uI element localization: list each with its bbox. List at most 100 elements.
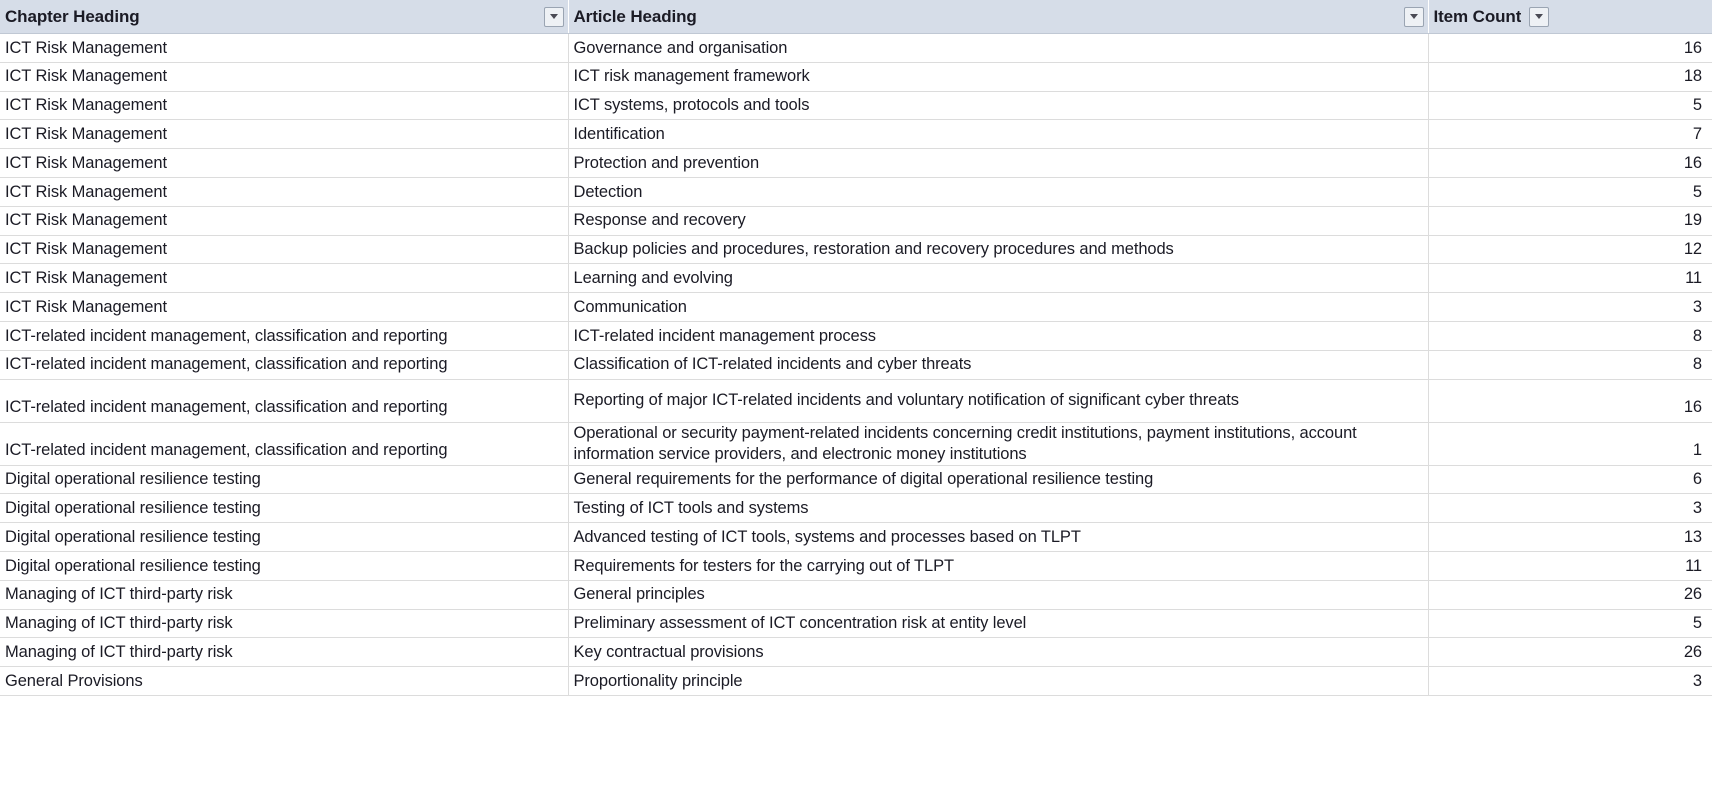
table-row[interactable]: ICT-related incident management, classif… (0, 422, 1712, 466)
cell-article-heading[interactable]: Classification of ICT-related incidents … (568, 350, 1429, 380)
table-row[interactable]: ICT Risk Management Identification 7 (0, 119, 1712, 150)
cell-article-heading[interactable]: Advanced testing of ICT tools, systems a… (568, 522, 1429, 552)
cell-item-count[interactable]: 3 (1428, 493, 1712, 524)
table-body: ICT Risk Management Governance and organi… (0, 33, 1712, 696)
cell-article-heading[interactable]: Key contractual provisions (568, 637, 1429, 668)
cell-item-count[interactable]: 6 (1428, 465, 1712, 495)
cell-chapter-heading[interactable]: ICT Risk Management (0, 177, 569, 207)
cell-item-count[interactable]: 26 (1428, 580, 1712, 610)
table-row[interactable]: Digital operational resilience testing Ge… (0, 465, 1712, 495)
cell-item-count[interactable]: 19 (1428, 206, 1712, 236)
cell-chapter-heading[interactable]: ICT-related incident management, classif… (0, 321, 569, 351)
chevron-down-icon (1409, 14, 1418, 19)
cell-article-heading[interactable]: General principles (568, 580, 1429, 610)
cell-item-count[interactable]: 8 (1428, 350, 1712, 380)
cell-item-count[interactable]: 11 (1428, 263, 1712, 294)
cell-article-heading[interactable]: Testing of ICT tools and systems (568, 493, 1429, 524)
table-row[interactable]: Managing of ICT third-party risk Prelimin… (0, 609, 1712, 639)
cell-chapter-heading[interactable]: ICT Risk Management (0, 206, 569, 236)
cell-chapter-heading[interactable]: Digital operational resilience testing (0, 493, 569, 524)
cell-chapter-heading[interactable]: ICT-related incident management, classif… (0, 379, 569, 423)
table-header: Chapter Heading Article Heading Item Cou… (0, 0, 1712, 34)
table-row[interactable]: Digital operational resilience testing Re… (0, 551, 1712, 581)
table-row[interactable]: Digital operational resilience testing Ad… (0, 522, 1712, 552)
cell-chapter-heading[interactable]: ICT Risk Management (0, 263, 569, 294)
column-header-chapter-heading[interactable]: Chapter Heading (0, 0, 569, 34)
cell-chapter-heading[interactable]: ICT-related incident management, classif… (0, 422, 569, 466)
cell-article-heading[interactable]: Backup policies and procedures, restorat… (568, 235, 1429, 265)
cell-article-heading[interactable]: Protection and prevention (568, 148, 1429, 178)
cell-article-heading[interactable]: General requirements for the performance… (568, 465, 1429, 495)
cell-chapter-heading[interactable]: Managing of ICT third-party risk (0, 609, 569, 639)
cell-chapter-heading[interactable]: General Provisions (0, 666, 569, 696)
cell-chapter-heading[interactable]: ICT Risk Management (0, 292, 569, 322)
chevron-down-icon (1535, 14, 1544, 19)
cell-article-heading[interactable]: ICT systems, protocols and tools (568, 91, 1429, 121)
table-row[interactable]: Managing of ICT third-party risk General … (0, 580, 1712, 610)
filter-dropdown-icon-chapter-heading[interactable] (543, 6, 564, 27)
cell-item-count[interactable]: 5 (1428, 177, 1712, 207)
cell-chapter-heading[interactable]: Digital operational resilience testing (0, 522, 569, 552)
cell-article-heading[interactable]: Governance and organisation (568, 33, 1429, 63)
cell-item-count[interactable]: 16 (1428, 148, 1712, 178)
cell-article-heading[interactable]: Learning and evolving (568, 263, 1429, 294)
table-row[interactable]: ICT Risk Management Backup policies and p… (0, 235, 1712, 265)
cell-item-count[interactable]: 16 (1428, 379, 1712, 423)
table-row[interactable]: ICT-related incident management, classif… (0, 350, 1712, 380)
cell-article-heading[interactable]: Proportionality principle (568, 666, 1429, 696)
filter-dropdown-icon-article-heading[interactable] (1403, 6, 1424, 27)
cell-item-count[interactable]: 18 (1428, 62, 1712, 92)
cell-article-heading[interactable]: Requirements for testers for the carryin… (568, 551, 1429, 581)
table-row[interactable]: ICT-related incident management, classif… (0, 321, 1712, 351)
cell-chapter-heading[interactable]: ICT Risk Management (0, 62, 569, 92)
column-header-item-count[interactable]: Item Count (1428, 0, 1712, 34)
cell-article-heading[interactable]: Reporting of major ICT-related incidents… (568, 379, 1429, 423)
column-header-article-heading[interactable]: Article Heading (568, 0, 1429, 34)
cell-chapter-heading[interactable]: ICT Risk Management (0, 235, 569, 265)
header-row: Chapter Heading Article Heading Item Cou… (0, 0, 1712, 34)
cell-article-heading[interactable]: Identification (568, 119, 1429, 150)
cell-article-heading[interactable]: Communication (568, 292, 1429, 322)
table-row[interactable]: ICT Risk Management Communication 3 (0, 292, 1712, 322)
cell-article-heading[interactable]: Detection (568, 177, 1429, 207)
cell-item-count[interactable]: 26 (1428, 637, 1712, 668)
table-row[interactable]: ICT Risk Management ICT systems, protocol… (0, 91, 1712, 121)
cell-chapter-heading[interactable]: ICT Risk Management (0, 33, 569, 63)
cell-item-count[interactable]: 5 (1428, 609, 1712, 639)
table-row[interactable]: Digital operational resilience testing Te… (0, 493, 1712, 524)
table-row[interactable]: ICT Risk Management Learning and evolving… (0, 263, 1712, 294)
cell-chapter-heading[interactable]: ICT Risk Management (0, 148, 569, 178)
table-row[interactable]: ICT Risk Management Detection 5 (0, 177, 1712, 207)
cell-chapter-heading[interactable]: Managing of ICT third-party risk (0, 580, 569, 610)
cell-chapter-heading[interactable]: ICT Risk Management (0, 91, 569, 121)
table-row[interactable]: ICT-related incident management, classif… (0, 379, 1712, 423)
cell-item-count[interactable]: 3 (1428, 292, 1712, 322)
cell-chapter-heading[interactable]: ICT-related incident management, classif… (0, 350, 569, 380)
table-row[interactable]: ICT Risk Management Response and recovery… (0, 206, 1712, 236)
cell-article-heading[interactable]: Response and recovery (568, 206, 1429, 236)
filter-dropdown-icon-item-count[interactable] (1529, 6, 1550, 27)
cell-chapter-heading[interactable]: Managing of ICT third-party risk (0, 637, 569, 668)
table-row[interactable]: ICT Risk Management Protection and preven… (0, 148, 1712, 178)
cell-article-heading[interactable]: ICT risk management framework (568, 62, 1429, 92)
cell-item-count[interactable]: 13 (1428, 522, 1712, 552)
table-row[interactable]: Managing of ICT third-party risk Key cont… (0, 637, 1712, 668)
cell-article-heading[interactable]: ICT-related incident management process (568, 321, 1429, 351)
cell-item-count[interactable]: 7 (1428, 119, 1712, 150)
table-row[interactable]: ICT Risk Management Governance and organi… (0, 33, 1712, 63)
cell-item-count[interactable]: 5 (1428, 91, 1712, 121)
cell-item-count[interactable]: 3 (1428, 666, 1712, 696)
cell-chapter-heading[interactable]: Digital operational resilience testing (0, 465, 569, 495)
cell-item-count[interactable]: 11 (1428, 551, 1712, 581)
table-row[interactable]: General Provisions Proportionality princi… (0, 666, 1712, 696)
cell-chapter-heading[interactable]: ICT Risk Management (0, 119, 569, 150)
table-row[interactable]: ICT Risk Management ICT risk management f… (0, 62, 1712, 92)
cell-item-count[interactable]: 1 (1428, 422, 1712, 466)
cell-item-count[interactable]: 8 (1428, 321, 1712, 351)
cell-item-count[interactable]: 16 (1428, 33, 1712, 63)
data-table: Chapter Heading Article Heading Item Cou… (0, 0, 1712, 696)
cell-item-count[interactable]: 12 (1428, 235, 1712, 265)
cell-chapter-heading[interactable]: Digital operational resilience testing (0, 551, 569, 581)
cell-article-heading[interactable]: Preliminary assessment of ICT concentrat… (568, 609, 1429, 639)
cell-article-heading[interactable]: Operational or security payment-related … (568, 422, 1429, 466)
